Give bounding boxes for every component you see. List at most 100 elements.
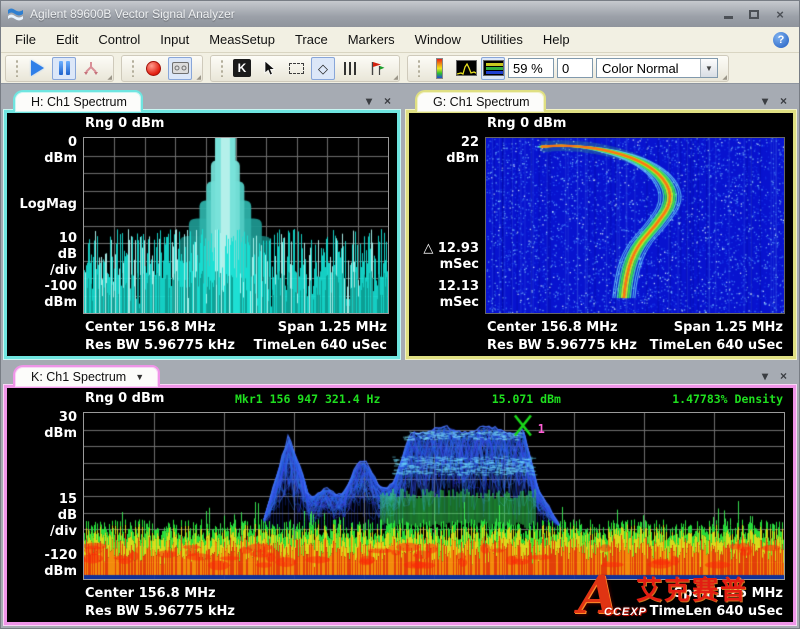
time-unit: mSec	[409, 295, 479, 310]
pane-h-close-icon[interactable]: ×	[384, 94, 391, 108]
y-axis-bottom-unit: dBm	[7, 295, 77, 310]
menu-trace[interactable]: Trace	[285, 28, 338, 51]
timelen-readout: TimeLen 640 uSec	[650, 604, 783, 619]
panel-h-display[interactable]: Rng 0 dBm 0 dBm LogMag 10 dB /div -100 d…	[4, 110, 400, 359]
menu-window[interactable]: Window	[405, 28, 471, 51]
group-launcher-icon[interactable]: ◢	[722, 74, 727, 81]
group-grip-icon[interactable]	[15, 59, 19, 77]
menu-utilities[interactable]: Utilities	[471, 28, 533, 51]
y-axis-top-unit: dBm	[409, 151, 479, 166]
close-button[interactable]: ×	[767, 5, 793, 23]
percent-field[interactable]	[508, 58, 554, 78]
record-icon	[146, 61, 161, 76]
pane-k-tabrow: K: Ch1 Spectrum ▼ ▾ ×	[4, 362, 796, 387]
pane-g-close-icon[interactable]: ×	[780, 94, 787, 108]
panel-k-display[interactable]: Rng 0 dBm Mkr1 156 947 321.4 Hz 15.071 d…	[4, 385, 796, 625]
zoom-select-button[interactable]	[284, 57, 308, 80]
k-icon: K	[233, 59, 251, 77]
pane-h-tabrow: H: Ch1 Spectrum ▾ ×	[4, 87, 400, 112]
tab-g-ch1-spectrum[interactable]: G: Ch1 Spectrum	[415, 90, 546, 112]
title-bar[interactable]: Agilent 89600B Vector Signal Analyzer ×	[1, 1, 799, 27]
dock-area: H: Ch1 Spectrum ▾ × Rng 0 dBm 0 dBm LogM…	[1, 84, 799, 628]
panel-g-display[interactable]: Rng 0 dBm 22 dBm △ 12.93 mSec 12.13 mSec…	[406, 110, 796, 359]
menu-help[interactable]: Help	[533, 28, 580, 51]
pointer-button[interactable]	[257, 57, 281, 80]
pane-h-menu-icon[interactable]: ▾	[366, 94, 372, 108]
menu-control[interactable]: Control	[88, 28, 150, 51]
pane-g-menu-icon[interactable]: ▾	[762, 94, 768, 108]
toolbar-group-display: Color Normal ▼ ◢	[407, 55, 729, 82]
marker-level: 15.071 dBm	[492, 392, 561, 406]
y-axis-bottom-value: -100	[7, 279, 77, 294]
marker-button[interactable]: ◇	[311, 57, 335, 80]
group-launcher-icon[interactable]: ◢	[107, 74, 112, 81]
group-grip-icon[interactable]	[417, 59, 421, 77]
minimize-button[interactable]	[715, 5, 741, 23]
y-axis-top-value: 30	[7, 410, 77, 425]
play-icon	[31, 60, 44, 76]
pane-k-menu-icon[interactable]: ▾	[762, 369, 768, 383]
toolbar-group-markers: K ◇ ◢	[210, 55, 400, 82]
resbw-readout: Res BW 5.96775 kHz	[85, 604, 235, 619]
marker-density: 1.47783% Density	[672, 392, 783, 406]
per-div-value: 10	[7, 231, 77, 246]
resbw-readout: Res BW 5.96775 kHz	[85, 338, 235, 353]
band-lines-button[interactable]	[338, 57, 362, 80]
per-div-suffix: /div	[7, 263, 77, 278]
window-title: Agilent 89600B Vector Signal Analyzer	[30, 7, 715, 21]
spectrum-h-plot[interactable]	[83, 137, 389, 314]
time-value: 12.13	[409, 279, 479, 294]
menu-markers[interactable]: Markers	[338, 28, 405, 51]
marker-to-peak-button[interactable]	[365, 57, 389, 80]
spectrum-h-canvas[interactable]	[84, 138, 388, 313]
app-logo-icon	[7, 7, 24, 22]
group-grip-icon[interactable]	[220, 59, 224, 77]
menu-meassetup[interactable]: MeasSetup	[199, 28, 285, 51]
pane-k: K: Ch1 Spectrum ▼ ▾ × Rng 0 dBm Mkr1 156…	[4, 362, 796, 625]
pause-button[interactable]	[52, 57, 76, 80]
count-field[interactable]	[557, 58, 593, 78]
pane-g-tabrow: G: Ch1 Spectrum ▾ ×	[406, 87, 796, 112]
group-launcher-icon[interactable]: ◢	[393, 74, 398, 81]
spectrum-view-button[interactable]	[454, 57, 478, 80]
delta-time-unit: mSec	[409, 257, 479, 272]
tab-h-ch1-spectrum[interactable]: H: Ch1 Spectrum	[13, 90, 143, 112]
y-axis-top-unit: dBm	[7, 426, 77, 441]
record-button[interactable]	[141, 57, 165, 80]
range-readout: Rng 0 dBm	[85, 116, 164, 131]
recorder-button[interactable]	[168, 57, 192, 80]
keyboard-button[interactable]: K	[230, 57, 254, 80]
tab-k-ch1-spectrum[interactable]: K: Ch1 Spectrum ▼	[13, 365, 160, 387]
pane-k-close-icon[interactable]: ×	[780, 369, 787, 383]
spectrogram-view-button[interactable]	[481, 57, 505, 80]
density-k-plot[interactable]: 1	[83, 412, 785, 580]
tab-dropdown-icon[interactable]: ▼	[135, 372, 144, 382]
spectrogram-g-canvas[interactable]	[486, 138, 784, 313]
group-grip-icon[interactable]	[131, 59, 135, 77]
menu-edit[interactable]: Edit	[46, 28, 88, 51]
menu-input[interactable]: Input	[150, 28, 199, 51]
help-icon[interactable]: ?	[773, 32, 789, 48]
y-axis-top-unit: dBm	[7, 151, 77, 166]
menu-file[interactable]: File	[5, 28, 46, 51]
y-axis-bottom-value: -120	[7, 548, 77, 563]
center-freq-readout: Center 156.8 MHz	[85, 586, 216, 601]
play-button[interactable]	[25, 57, 49, 80]
band-lines-icon	[344, 62, 356, 75]
toolbar: ◢ ◢ K ◇	[1, 53, 799, 84]
maximize-button[interactable]	[741, 5, 767, 23]
chevron-down-icon[interactable]: ▼	[700, 59, 717, 77]
color-mode-select[interactable]: Color Normal ▼	[596, 58, 718, 78]
restart-icon	[83, 61, 99, 76]
color-mode-value: Color Normal	[597, 61, 700, 76]
group-launcher-icon[interactable]: ◢	[196, 74, 201, 81]
pause-icon	[59, 61, 70, 75]
resbw-readout: Res BW 5.96775 kHz	[487, 338, 637, 353]
spectrogram-view-icon	[483, 60, 504, 76]
spectrogram-g-plot[interactable]	[485, 137, 785, 314]
y-axis-top-value: 22	[409, 135, 479, 150]
menu-bar: File Edit Control Input MeasSetup Trace …	[1, 27, 799, 53]
density-k-canvas[interactable]	[84, 413, 784, 579]
restart-button[interactable]	[79, 57, 103, 80]
colorbar-button[interactable]	[427, 57, 451, 80]
